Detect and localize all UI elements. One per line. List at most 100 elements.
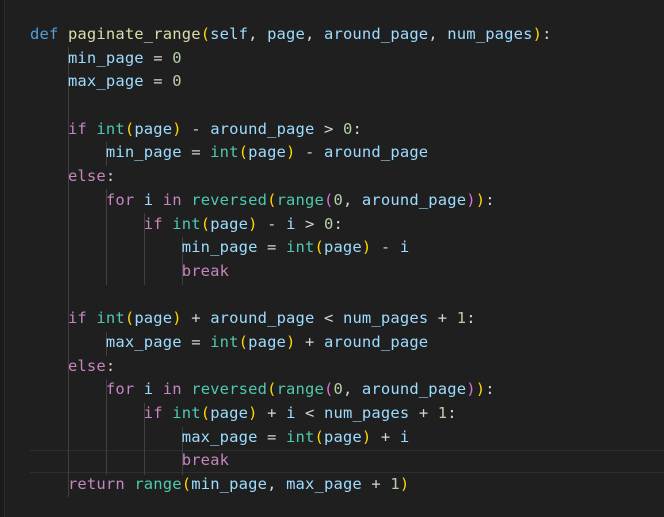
operator-token bbox=[30, 357, 68, 375]
control-keyword-token: for bbox=[105, 380, 135, 399]
code-line[interactable]: for i in reversed(range(0, around_page))… bbox=[30, 189, 552, 213]
code-line[interactable]: min_page = int(page) - around_page bbox=[30, 141, 552, 165]
bracket-token: ) bbox=[475, 190, 486, 209]
code-line[interactable]: max_page = int(page) + i bbox=[30, 426, 552, 450]
operator-token: : bbox=[352, 119, 362, 138]
operator-token bbox=[30, 143, 106, 161]
variable-token: min_page bbox=[181, 238, 258, 257]
operator-token bbox=[30, 333, 106, 351]
operator-token: + bbox=[428, 309, 457, 328]
operator-token bbox=[30, 167, 68, 185]
operator-token bbox=[134, 380, 143, 398]
variable-token: min_page bbox=[191, 475, 268, 494]
operator-token bbox=[125, 475, 134, 493]
code-line[interactable]: if int(page) - i > 0: bbox=[30, 213, 552, 237]
code-line[interactable]: if int(page) + i < num_pages + 1: bbox=[30, 402, 552, 426]
bracket-token: ( bbox=[200, 214, 211, 233]
code-line[interactable]: def paginate_range(self, page, around_pa… bbox=[30, 23, 552, 47]
variable-token: num_pages bbox=[324, 404, 410, 422]
code-line[interactable]: if int(page) - around_page > 0: bbox=[30, 118, 552, 142]
builtin-token: range bbox=[134, 475, 182, 494]
bracket-token: ( bbox=[181, 475, 192, 494]
number-token: 0 bbox=[333, 380, 343, 399]
control-keyword-token: return bbox=[67, 475, 125, 494]
variable-token: max_page bbox=[181, 427, 258, 446]
control-keyword-token: if bbox=[143, 214, 163, 233]
bracket-token: ( bbox=[238, 143, 249, 162]
operator-token bbox=[30, 49, 68, 67]
operator-token: , bbox=[267, 475, 287, 494]
variable-token: min_page bbox=[67, 48, 144, 67]
code-line[interactable]: else: bbox=[30, 165, 552, 189]
number-token: 1 bbox=[390, 475, 400, 494]
bracket-token: ( bbox=[124, 119, 135, 138]
bracket-token: ( bbox=[267, 380, 277, 399]
variable-token: self bbox=[210, 25, 249, 43]
operator-token: + bbox=[257, 404, 287, 422]
operator-token bbox=[153, 380, 162, 398]
operator-token bbox=[163, 404, 172, 422]
variable-token: i bbox=[143, 380, 154, 399]
variable-token: page bbox=[248, 332, 287, 351]
code-line[interactable]: max_page = int(page) + around_page bbox=[30, 331, 552, 355]
operator-token: + bbox=[371, 427, 400, 446]
code-line[interactable]: break bbox=[30, 260, 552, 284]
operator-token: : bbox=[485, 190, 495, 209]
operator-token: - bbox=[295, 143, 324, 162]
operator-token bbox=[134, 191, 143, 209]
variable-token: around_page bbox=[323, 332, 429, 351]
operator-token bbox=[163, 215, 172, 233]
code-area[interactable]: def paginate_range ( self, page, around_pa… bbox=[30, 23, 552, 497]
builtin-token: range bbox=[276, 380, 324, 399]
control-keyword-token: else bbox=[67, 356, 106, 375]
code-line[interactable]: break bbox=[30, 449, 552, 473]
variable-token: page bbox=[323, 238, 362, 257]
control-keyword-token: for bbox=[105, 190, 135, 209]
operator-token: = bbox=[143, 72, 173, 91]
number-token: 0 bbox=[172, 48, 182, 67]
code-editor[interactable]: def paginate_range ( self, page, around_pa… bbox=[0, 0, 664, 517]
operator-token: < bbox=[295, 404, 324, 422]
variable-token: page bbox=[210, 404, 249, 422]
code-line[interactable]: min_page = 0 bbox=[30, 47, 552, 71]
variable-token: around_page bbox=[210, 119, 315, 138]
operator-token bbox=[30, 238, 182, 256]
operator-token bbox=[30, 380, 106, 398]
code-line[interactable]: for i in reversed(range(0, around_page))… bbox=[30, 378, 552, 402]
bracket-token: ( bbox=[314, 238, 324, 257]
operator-token: , bbox=[248, 25, 268, 43]
operator-token: > bbox=[314, 119, 343, 138]
code-line[interactable]: min_page = int(page) - i bbox=[30, 236, 552, 260]
variable-token: page bbox=[267, 25, 306, 43]
operator-token: = bbox=[181, 332, 211, 351]
function-name-token: paginate_range bbox=[67, 25, 201, 43]
bracket-token: ) bbox=[286, 143, 296, 162]
code-line[interactable]: else: bbox=[30, 355, 552, 379]
control-keyword-token: if bbox=[67, 119, 87, 138]
keyword-token: def bbox=[30, 25, 59, 43]
operator-token bbox=[30, 428, 182, 446]
code-line[interactable] bbox=[30, 94, 552, 118]
operator-token: = bbox=[181, 143, 211, 162]
code-line[interactable]: max_page = 0 bbox=[30, 70, 552, 94]
number-token: 1 bbox=[437, 404, 448, 422]
code-line[interactable]: return range(min_page, max_page + 1) bbox=[30, 473, 552, 497]
variable-token: i bbox=[286, 214, 296, 233]
operator-token: + bbox=[409, 404, 438, 422]
variable-token: page bbox=[323, 427, 362, 446]
builtin-token: int bbox=[172, 214, 201, 233]
code-line[interactable] bbox=[30, 284, 552, 308]
bracket-token: ) bbox=[399, 475, 410, 494]
builtin-token: reversed bbox=[191, 380, 268, 399]
operator-token: = bbox=[257, 427, 287, 446]
variable-token: max_page bbox=[67, 72, 144, 91]
operator-token: , bbox=[305, 25, 324, 43]
operator-token bbox=[58, 25, 67, 43]
operator-token bbox=[30, 404, 144, 422]
variable-token: around_page bbox=[361, 380, 467, 399]
code-line[interactable]: if int(page) + around_page < num_pages +… bbox=[30, 307, 552, 331]
control-keyword-token: if bbox=[67, 309, 87, 328]
variable-token: around_page bbox=[323, 143, 429, 162]
control-keyword-token: else bbox=[67, 167, 106, 186]
bracket-token: ) bbox=[248, 404, 258, 422]
